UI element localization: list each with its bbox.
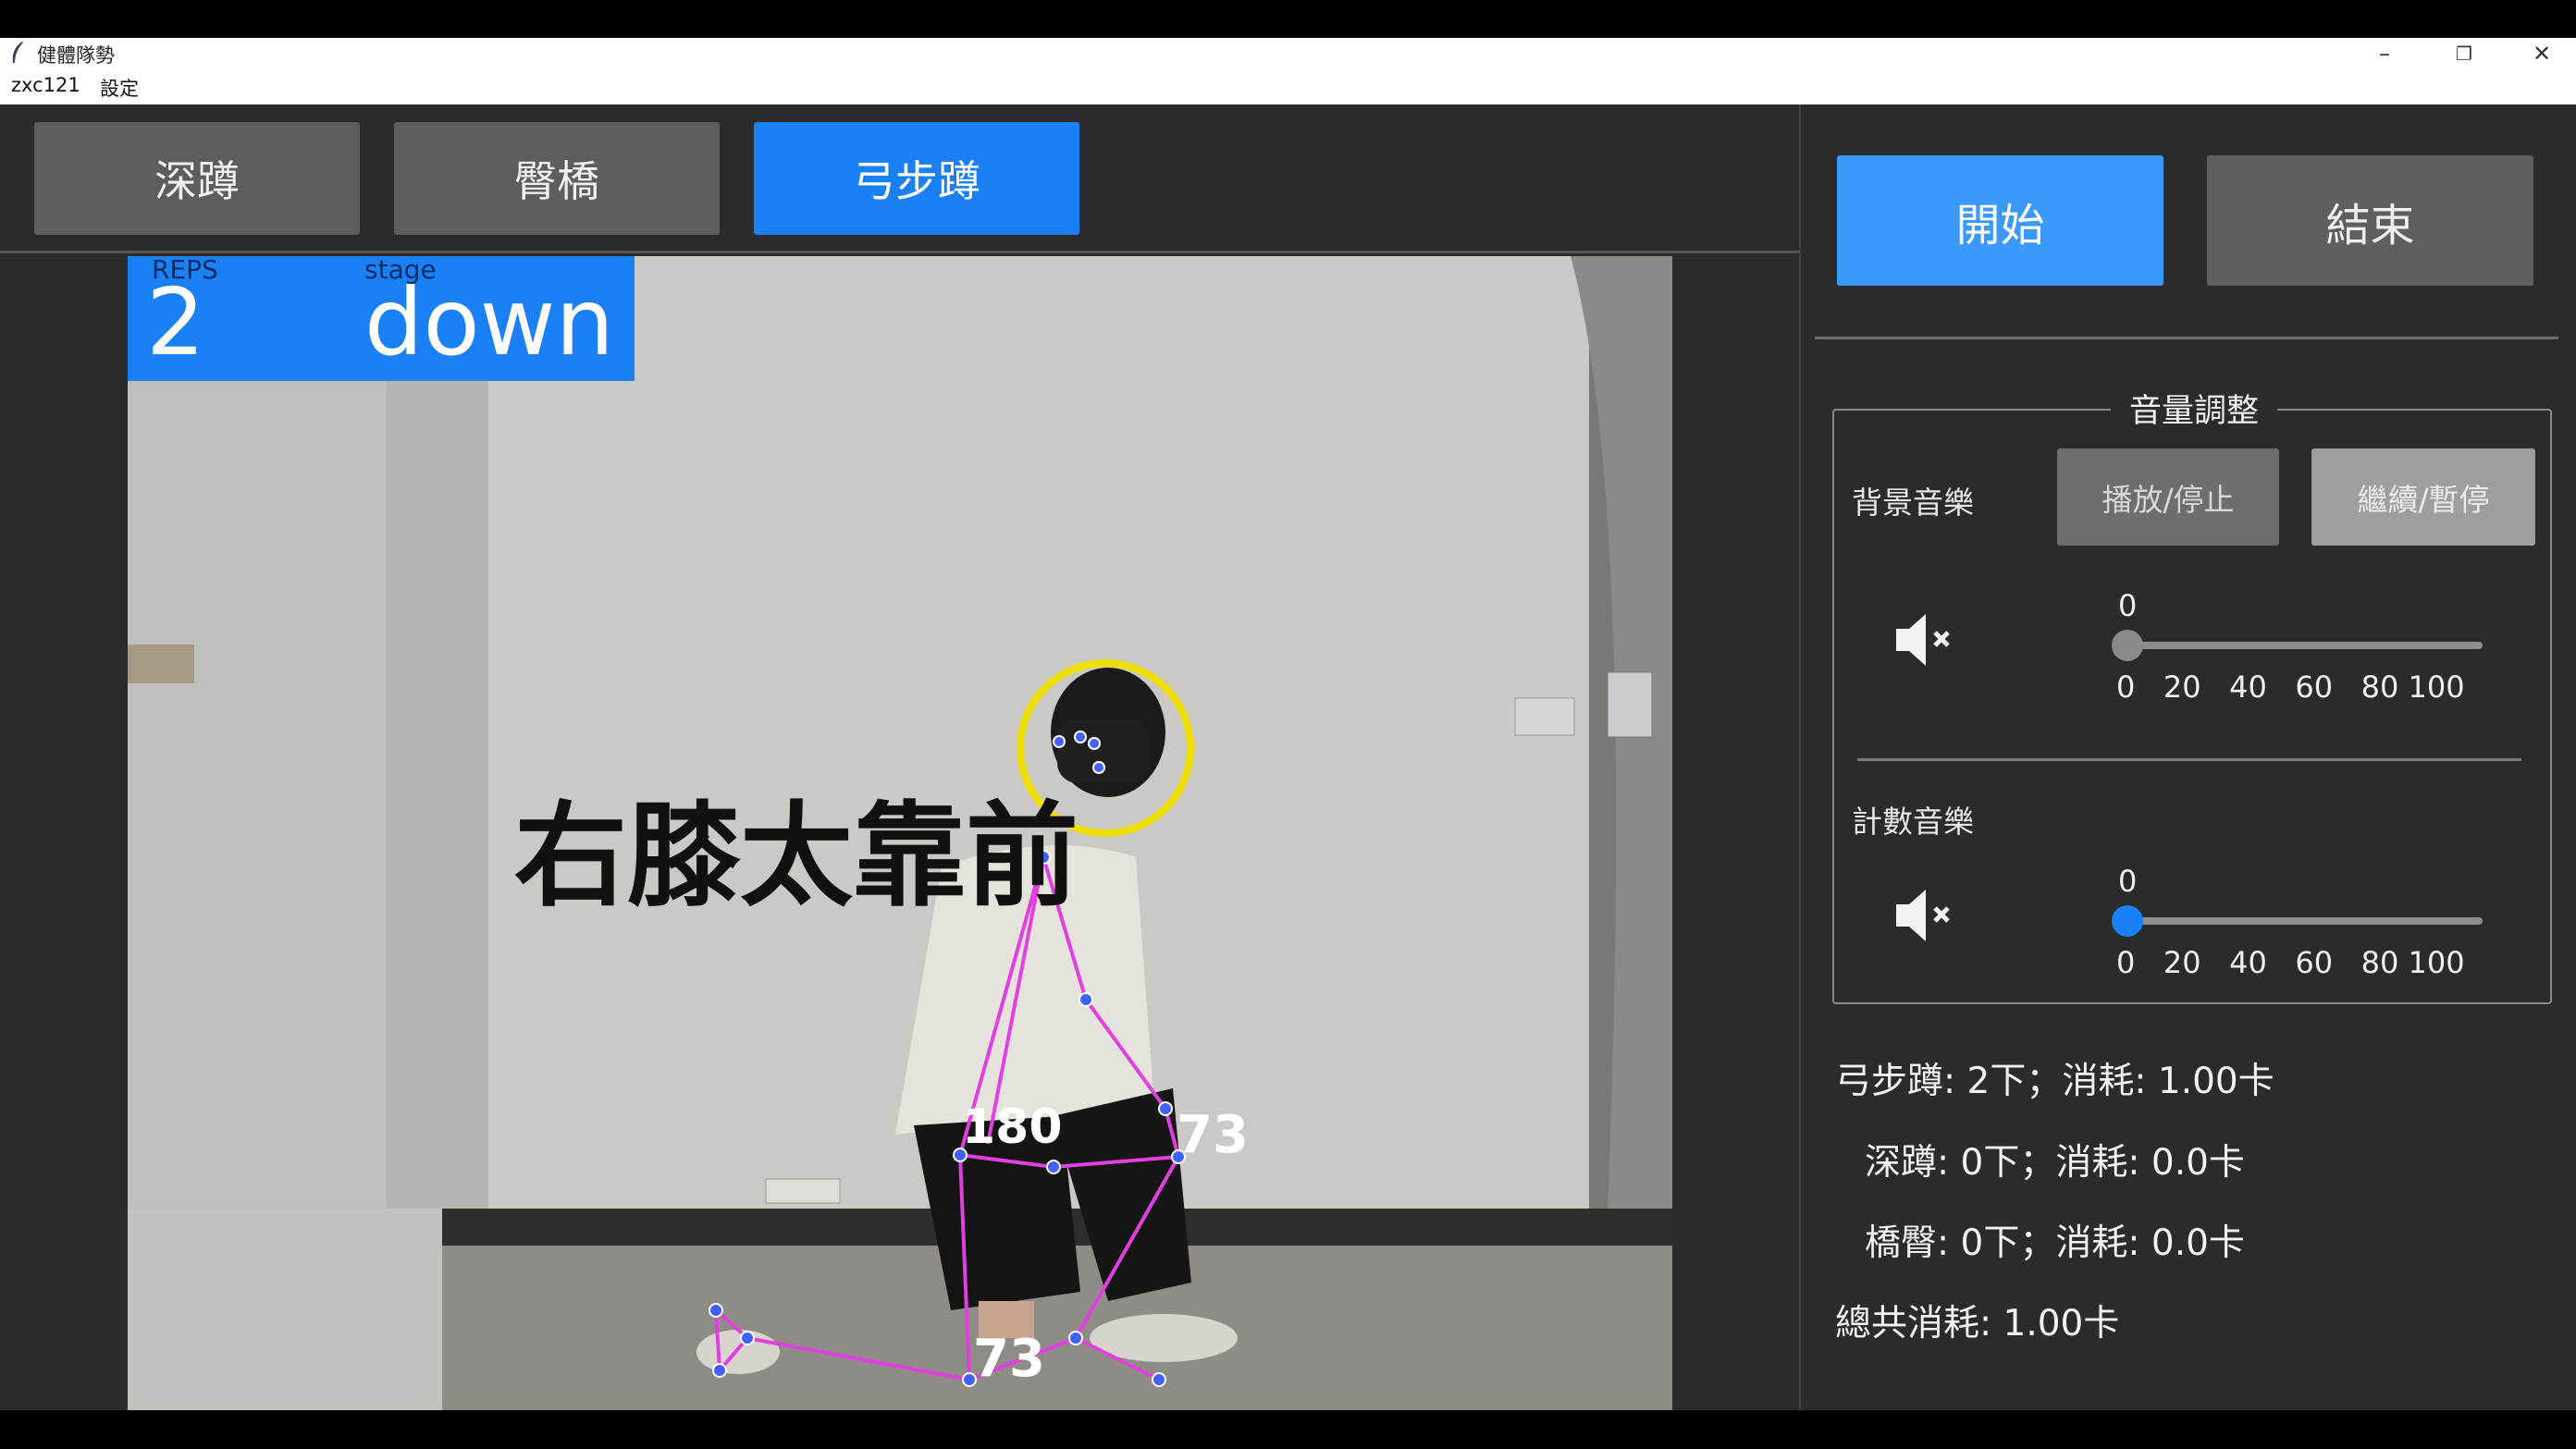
start-button[interactable]: 開始 <box>1837 155 2163 286</box>
window-title: 健體隊勢 <box>37 44 115 67</box>
tab-lunge[interactable]: 弓步蹲 <box>754 122 1079 235</box>
front-knee-angle-label: 73 <box>1177 1105 1249 1165</box>
count-music-label: 計數音樂 <box>1852 804 1974 840</box>
count-volume-slider-knob[interactable] <box>2112 905 2143 937</box>
stage-value: down <box>364 268 614 376</box>
menu-bar <box>0 69 2576 104</box>
back-knee-angle-label: 73 <box>973 1329 1045 1389</box>
stat-lunge: 弓步蹲: 2下；消耗: 1.00卡 <box>1835 1061 2274 1102</box>
speaker-muted-icon[interactable] <box>1889 603 1963 677</box>
count-volume-value: 0 <box>2118 864 2138 899</box>
minimize-button[interactable]: – <box>2357 38 2412 69</box>
stat-squat: 深蹲: 0下；消耗: 0.0卡 <box>1865 1142 2245 1184</box>
stat-bridge: 橋臀: 0下；消耗: 0.0卡 <box>1865 1222 2245 1264</box>
reps-value: 2 <box>146 268 205 376</box>
bg-volume-slider-knob[interactable] <box>2112 630 2143 661</box>
play-stop-button[interactable]: 播放/停止 <box>2057 448 2279 546</box>
close-button[interactable]: ✕ <box>2514 38 2570 69</box>
count-volume-slider-track[interactable] <box>2127 917 2483 925</box>
rep-counter-overlay: REPS 2 stage down <box>128 256 635 381</box>
title-bar <box>0 38 2576 69</box>
resume-pause-button[interactable]: 繼續/暫停 <box>2311 448 2535 546</box>
volume-group-title: 音量調整 <box>2111 385 2277 432</box>
stat-total: 總共消耗: 1.00卡 <box>1835 1303 2120 1345</box>
volume-separator <box>1857 758 2521 761</box>
bg-volume-ticks: 0 20 40 60 80 100 <box>2116 669 2465 705</box>
speaker-muted-icon[interactable] <box>1889 878 1963 952</box>
menu-item-user[interactable]: zxc121 <box>11 74 80 96</box>
camera-feed: REPS 2 stage down 右膝太靠前 180 73 73 <box>128 256 1672 1410</box>
divider <box>1815 337 2558 339</box>
bottom-bar <box>0 1410 2576 1449</box>
feather-icon <box>12 42 23 63</box>
bg-volume-slider-track[interactable] <box>2127 642 2483 649</box>
count-volume-ticks: 0 20 40 60 80 100 <box>2116 945 2465 980</box>
bg-volume-value: 0 <box>2118 588 2138 623</box>
stop-button[interactable]: 結束 <box>2207 155 2533 286</box>
maximize-button[interactable]: ❐ <box>2436 38 2492 69</box>
bg-music-label: 背景音樂 <box>1852 485 1974 521</box>
posture-warning: 右膝太靠前 <box>514 791 1078 922</box>
menu-item-settings[interactable]: 設定 <box>100 74 139 102</box>
hip-angle-label: 180 <box>962 1099 1063 1155</box>
tab-squat[interactable]: 深蹲 <box>34 122 360 235</box>
divider <box>0 251 1799 253</box>
tab-glute-bridge[interactable]: 臀橋 <box>394 122 720 235</box>
